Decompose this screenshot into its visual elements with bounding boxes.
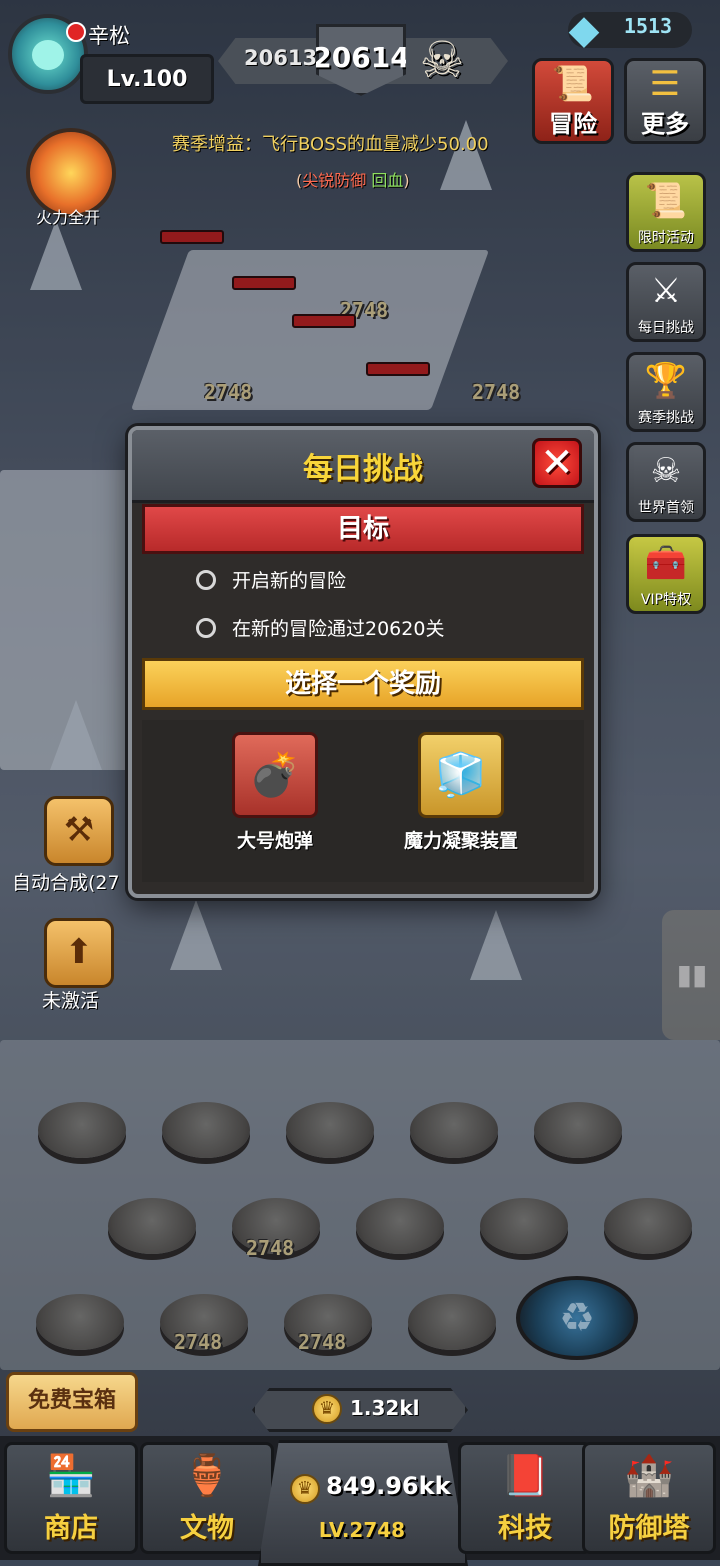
nav-label: 科技 <box>498 1513 552 1544</box>
shop-icon: 🏪 <box>46 1453 96 1499</box>
nav-label: 防御塔 <box>608 1513 690 1544</box>
player-name: 辛松 <box>88 24 130 48</box>
season-traits: (尖锐防御 回血) <box>296 167 410 191</box>
coin-icon: ♛ <box>290 1474 320 1504</box>
inactive-boost-button[interactable]: ⬆ <box>44 918 114 988</box>
side-season-challenge-button[interactable]: 🏆 赛季挑战 <box>626 352 706 432</box>
auto-merge-button[interactable]: ⚒ <box>44 796 114 866</box>
adventure-label: 冒险 <box>549 110 597 138</box>
coin-icon: ♛ <box>312 1394 342 1424</box>
nav-label: 商店 <box>44 1513 98 1544</box>
trait-sharp-defense: 尖锐防御 <box>302 171 367 190</box>
boss-skull-icon: ☠ <box>419 31 465 89</box>
trophy-icon: 🏆 <box>644 361 688 401</box>
skull-banner-icon: ☠ <box>650 451 682 491</box>
season-buff-text: 赛季增益：飞行BOSS的血量减少50.00 <box>172 134 489 155</box>
radio-unchecked-icon <box>196 569 216 590</box>
scroll-icon: 📜 <box>644 181 688 221</box>
objectives-banner: 目标 <box>142 504 584 554</box>
tech-book-icon: 📕 <box>500 1453 550 1499</box>
modal-title: 每日挑战 <box>303 452 423 487</box>
artifact-icon: 🏺 <box>182 1453 232 1499</box>
center-upgrade-button[interactable] <box>258 1440 468 1566</box>
diamond-icon: ◆ <box>568 7 600 53</box>
free-chest-button[interactable]: 免费宝箱 <box>6 1372 138 1432</box>
auto-merge-label: 自动合成(27 <box>12 872 120 894</box>
trait-regen: 回血 <box>371 171 404 190</box>
menu-list-icon: ☰ <box>649 64 681 104</box>
reward-option-magic-device[interactable]: 🧊 <box>418 732 504 818</box>
crossed-swords-icon: ⚔ <box>650 271 682 311</box>
modal-header: 每日挑战 ✕ <box>132 430 594 503</box>
radio-unchecked-icon <box>196 617 216 638</box>
nav-tech[interactable]: 📕 科技 <box>458 1442 592 1554</box>
full-fire-label: 火力全开 <box>35 208 100 227</box>
side-limited-event-button[interactable]: 📜 限时活动 <box>626 172 706 252</box>
reward-name: 魔力凝聚装置 <box>403 830 518 852</box>
nav-artifacts[interactable]: 🏺 文物 <box>140 1442 274 1554</box>
inactive-label: 未激活 <box>42 990 100 1012</box>
traits-close-paren: ) <box>403 171 410 190</box>
more-button[interactable]: ☰ 更多 <box>624 58 706 144</box>
center-level: LV.2748 <box>318 1518 406 1542</box>
side-menu-label: 世界首领 <box>638 500 694 516</box>
side-vip-button[interactable]: 🧰 VIP特权 <box>626 534 706 614</box>
center-coin-value: 849.96kk <box>326 1472 451 1500</box>
side-world-boss-button[interactable]: ☠ 世界首领 <box>626 442 706 522</box>
side-menu-label: 限时活动 <box>638 230 694 246</box>
nav-shop[interactable]: 🏪 商店 <box>4 1442 138 1554</box>
close-button[interactable]: ✕ <box>532 438 582 488</box>
gem-count: 1513 <box>623 14 673 38</box>
tower-icon: 🏰 <box>624 1453 674 1499</box>
objective-item: 开启新的冒险 <box>196 566 346 593</box>
bomb-icon: 💣 <box>248 750 302 799</box>
close-icon: ✕ <box>540 440 574 486</box>
reward-option-big-bomb[interactable]: 💣 <box>232 732 318 818</box>
reward-name: 大号炮弹 <box>236 830 313 852</box>
notification-dot <box>66 22 86 42</box>
reward-panel <box>142 720 584 882</box>
anvil-icon: ⚒ <box>63 810 95 850</box>
adventure-button[interactable]: 📜 冒险 <box>532 58 614 144</box>
map-scroll-icon: 📜 <box>551 64 595 104</box>
daily-challenge-modal: 每日挑战 ✕ 目标 开启新的冒险 在新的冒险通过20620关 选择一个奖励 💣 … <box>128 426 598 898</box>
objective-item: 在新的冒险通过20620关 <box>196 614 444 641</box>
objective-text: 在新的冒险通过20620关 <box>232 618 445 640</box>
player-level: Lv.100 <box>80 54 214 104</box>
treasure-chest-icon: 🧰 <box>644 543 688 583</box>
coin-value: 1.32kl <box>350 1396 420 1420</box>
up-arrow-icon: ⬆ <box>64 932 94 972</box>
side-daily-challenge-button[interactable]: ⚔ 每日挑战 <box>626 262 706 342</box>
avatar-face <box>32 40 64 70</box>
side-menu-label: VIP特权 <box>640 592 692 608</box>
objective-text: 开启新的冒险 <box>232 570 347 592</box>
nav-label: 文物 <box>180 1513 234 1544</box>
more-label: 更多 <box>641 110 689 138</box>
side-menu-label: 赛季挑战 <box>638 410 694 426</box>
reward-banner: 选择一个奖励 <box>142 658 584 710</box>
stage-previous: 20613 <box>244 46 318 70</box>
nav-towers[interactable]: 🏰 防御塔 <box>582 1442 716 1554</box>
side-menu-label: 每日挑战 <box>638 320 694 336</box>
magic-cube-icon: 🧊 <box>434 750 488 799</box>
